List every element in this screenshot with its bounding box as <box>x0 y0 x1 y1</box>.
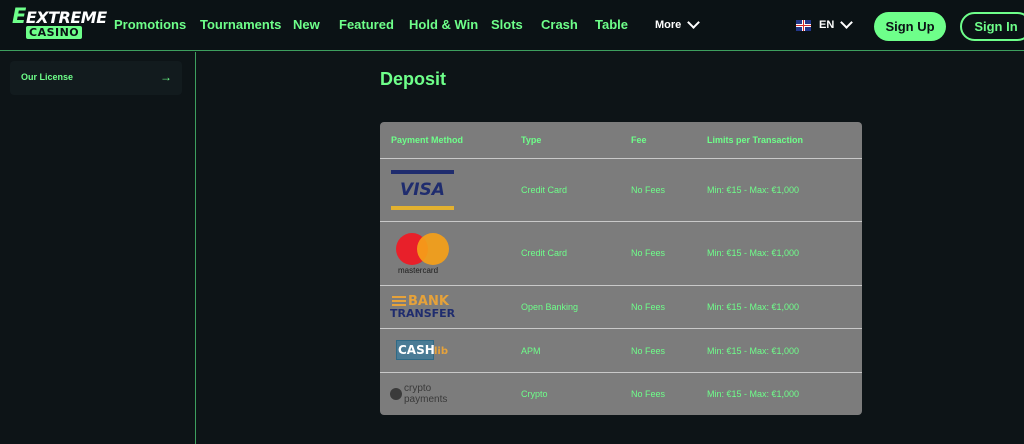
uk-flag-icon <box>796 19 811 31</box>
visa-logo-text: VISA <box>400 180 445 200</box>
transfer-logo-text: TRANSFER <box>390 307 456 320</box>
column-header-fee: Fee <box>631 135 647 145</box>
crypto-coin-icon <box>390 388 402 400</box>
nav-tournaments[interactable]: Tournaments <box>200 17 281 32</box>
nav-more-label: More <box>655 19 682 31</box>
nav-more-dropdown[interactable]: More <box>655 16 701 31</box>
nav-crash[interactable]: Crash <box>541 17 578 32</box>
payment-limits: Min: €15 - Max: €1,000 <box>707 185 800 195</box>
sidebar: Our License → <box>0 52 196 444</box>
payment-fee: No Fees <box>631 248 666 258</box>
payments-logo-text: payments <box>404 394 448 405</box>
payment-limits: Min: €15 - Max: €1,000 <box>707 248 800 258</box>
payment-fee: No Fees <box>631 346 666 356</box>
deposit-methods-table: Payment Method Type Fee Limits per Trans… <box>380 122 862 415</box>
payment-type: Crypto <box>521 389 548 399</box>
visa-logo: VISA <box>391 170 454 210</box>
mastercard-logo: mastercard <box>396 233 452 277</box>
nav-table[interactable]: Table <box>595 17 628 32</box>
payment-type: APM <box>521 346 541 356</box>
crypto-logo-text: crypto <box>404 383 432 394</box>
chevron-down-icon <box>687 16 701 29</box>
cashlib-logo-text: CASH <box>398 343 435 357</box>
payment-type: Open Banking <box>521 302 579 312</box>
chevron-down-icon <box>840 16 854 29</box>
brand-logo[interactable]: EEXTREME CASINO <box>12 6 107 43</box>
cashlib-logo: CASH lib <box>396 340 450 362</box>
payment-fee: No Fees <box>631 389 666 399</box>
nav-slots[interactable]: Slots <box>491 17 523 32</box>
payment-limits: Min: €15 - Max: €1,000 <box>707 302 800 312</box>
top-navigation-bar: EEXTREME CASINO Promotions Tournaments N… <box>0 0 1024 51</box>
sidebar-item-our-license[interactable]: Our License → <box>10 61 182 95</box>
payment-limits: Min: €15 - Max: €1,000 <box>707 346 800 356</box>
page-title: Deposit <box>380 69 447 89</box>
table-row: VISA Credit Card No Fees Min: €15 - Max:… <box>380 159 862 222</box>
cashlib-logo-suffix: lib <box>434 346 449 357</box>
table-row: CASH lib APM No Fees Min: €15 - Max: €1,… <box>380 329 862 373</box>
column-header-limits: Limits per Transaction <box>707 135 804 145</box>
sidebar-item-label: Our License <box>21 72 74 82</box>
table-row: crypto payments Crypto No Fees Min: €15 … <box>380 373 862 415</box>
payment-type: Credit Card <box>521 248 568 258</box>
sign-in-button[interactable]: Sign In <box>960 12 1024 41</box>
payment-type: Credit Card <box>521 185 568 195</box>
nav-promotions[interactable]: Promotions <box>114 17 186 32</box>
logo-line1: EXTREME <box>25 8 107 27</box>
payment-limits: Min: €15 - Max: €1,000 <box>707 389 800 399</box>
table-row: mastercard Credit Card No Fees Min: €15 … <box>380 222 862 286</box>
arrow-right-icon: → <box>160 70 172 84</box>
language-selector[interactable]: EN <box>796 16 854 31</box>
nav-featured[interactable]: Featured <box>339 17 394 32</box>
language-code: EN <box>819 19 835 31</box>
logo-wordmark: EEXTREME <box>12 4 107 28</box>
crypto-payments-logo: crypto payments <box>390 383 470 405</box>
payment-fee: No Fees <box>631 185 666 195</box>
bank-transfer-logo: BANK TRANSFER <box>390 295 460 321</box>
mastercard-logo-text: mastercard <box>398 266 439 275</box>
table-header: Payment Method Type Fee Limits per Trans… <box>380 122 862 159</box>
table-row: BANK TRANSFER Open Banking No Fees Min: … <box>380 286 862 329</box>
nav-hold-and-win[interactable]: Hold & Win <box>409 17 478 32</box>
logo-subline: CASINO <box>26 26 83 39</box>
payment-fee: No Fees <box>631 302 666 312</box>
nav-new[interactable]: New <box>293 17 320 32</box>
sign-up-button[interactable]: Sign Up <box>874 12 946 41</box>
column-header-payment-method: Payment Method <box>391 135 464 145</box>
column-header-type: Type <box>521 135 542 145</box>
